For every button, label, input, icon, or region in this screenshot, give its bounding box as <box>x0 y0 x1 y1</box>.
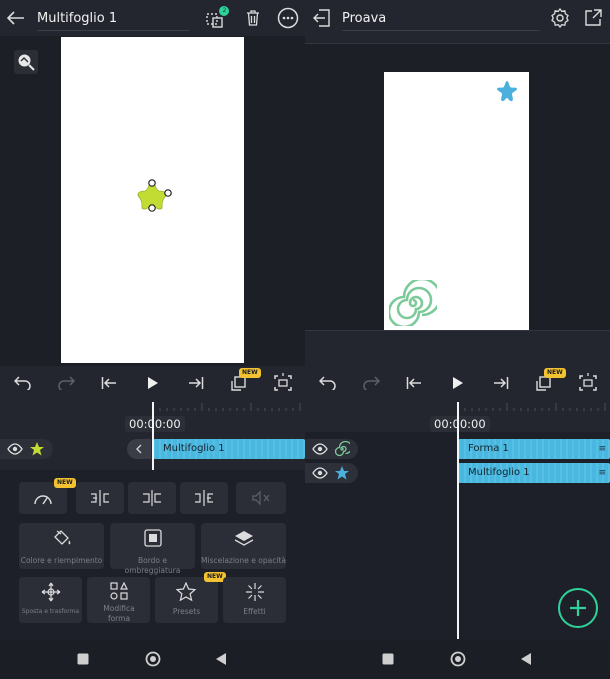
jump-to-end-icon[interactable] <box>185 373 207 393</box>
project-title-field[interactable]: Multifoglio 1 <box>37 5 189 31</box>
star-shape-icon <box>28 440 46 458</box>
play-icon[interactable] <box>447 373 469 393</box>
back-triangle-icon[interactable] <box>519 651 533 667</box>
clip-label: Multifoglio 1 <box>163 443 225 454</box>
sparkle-icon <box>244 582 266 602</box>
paint-bucket-icon <box>51 528 73 548</box>
timeline-toolbar: NEW <box>0 368 305 398</box>
home-circle-icon[interactable] <box>144 650 162 668</box>
zoom-canvas-icon[interactable] <box>14 50 38 74</box>
visibility-eye-icon[interactable] <box>6 441 24 457</box>
layers-blend-icon <box>233 528 255 548</box>
fullscreen-icon[interactable] <box>577 372 599 394</box>
blue-star-shape[interactable] <box>496 80 518 102</box>
recents-square-icon[interactable] <box>76 652 90 666</box>
effects-button[interactable]: Effetti <box>223 577 286 623</box>
playhead[interactable] <box>152 402 154 470</box>
clip-label: Forma 1 <box>468 443 509 454</box>
fill-color-button[interactable]: Colore e riempimento <box>19 523 104 569</box>
divider <box>305 330 610 331</box>
presets-label: Presets <box>172 607 201 616</box>
edit-shape-icon <box>108 581 130 601</box>
jump-to-end-icon[interactable] <box>490 373 512 393</box>
move-transform-label: Sposta e trasforma <box>21 608 80 615</box>
visibility-eye-icon[interactable] <box>311 441 329 457</box>
home-circle-icon[interactable] <box>449 650 467 668</box>
star-icon <box>333 464 351 482</box>
add-layer-button[interactable] <box>558 588 598 628</box>
timecode-display: 00:00:00 <box>430 416 490 432</box>
redo-icon[interactable] <box>360 373 382 393</box>
export-share-icon[interactable] <box>581 6 605 30</box>
border-shadow-icon <box>142 528 164 548</box>
trash-icon[interactable] <box>243 7 263 29</box>
jump-to-start-icon[interactable] <box>98 373 120 393</box>
move-transform-button[interactable]: Sposta e trasforma <box>19 577 82 623</box>
green-spiral-shape[interactable] <box>389 280 437 326</box>
undo-icon[interactable] <box>317 373 339 393</box>
project-title: Multifoglio 1 <box>37 11 118 26</box>
edit-shape-label: Modifica forma <box>103 604 135 623</box>
border-shadow-label: Bordo e ombreggiatura <box>124 556 181 575</box>
split-center-button[interactable] <box>128 482 176 514</box>
speedometer-icon <box>33 489 53 507</box>
drag-handle-icon[interactable]: ≡ <box>598 439 606 459</box>
track-header <box>0 439 53 459</box>
new-badge: NEW <box>239 368 261 378</box>
mute-icon <box>251 490 271 506</box>
timeline-clip[interactable]: Multifoglio 1 <box>153 439 305 459</box>
blend-opacity-label: Miscelazione e opacità <box>201 556 286 565</box>
new-badge: NEW <box>544 368 566 378</box>
split-center-icon <box>141 490 163 506</box>
presets-button[interactable]: Presets <box>155 577 218 623</box>
mute-button[interactable] <box>236 482 286 514</box>
undo-icon[interactable] <box>12 373 34 393</box>
effects-label: Effetti <box>243 607 266 616</box>
playhead[interactable] <box>457 402 459 639</box>
exit-project-icon[interactable] <box>311 6 333 30</box>
collapse-chevron-icon[interactable] <box>127 439 151 459</box>
back-arrow-icon[interactable] <box>5 7 27 29</box>
blend-opacity-button[interactable]: Miscelazione e opacità <box>201 523 286 569</box>
star-outline-icon <box>175 582 197 602</box>
play-icon[interactable] <box>142 373 164 393</box>
visibility-eye-icon[interactable] <box>311 465 329 481</box>
recents-square-icon[interactable] <box>381 652 395 666</box>
clip-label: Multifoglio 1 <box>468 467 530 478</box>
drag-handle-icon[interactable]: ≡ <box>598 463 606 483</box>
split-right-button[interactable] <box>180 482 228 514</box>
android-nav-bar <box>0 639 610 679</box>
speed-new-badge: NEW <box>54 478 76 488</box>
track-header <box>305 439 358 459</box>
jump-to-start-icon[interactable] <box>403 373 425 393</box>
redo-icon[interactable] <box>55 373 77 393</box>
plus-icon <box>570 600 586 616</box>
split-right-icon <box>193 490 215 506</box>
spiral-icon <box>333 440 351 458</box>
left-editor-panel: Multifoglio 1 2 NEW 00:00:00 Multifoglio… <box>0 0 305 639</box>
border-shadow-button[interactable]: Bordo e ombreggiatura <box>110 523 195 575</box>
settings-gear-icon[interactable] <box>548 6 572 30</box>
edit-shape-button[interactable]: Modifica forma <box>87 577 150 623</box>
timeline-toolbar: NEW <box>305 368 610 398</box>
layers-select-icon[interactable]: 2 <box>205 6 229 30</box>
timecode-display: 00:00:00 <box>125 416 185 432</box>
more-options-icon[interactable] <box>276 6 300 30</box>
split-left-button[interactable] <box>76 482 124 514</box>
back-triangle-icon[interactable] <box>214 651 228 667</box>
selected-star-shape[interactable] <box>132 178 174 214</box>
track-header <box>305 463 358 483</box>
timeline-clip[interactable]: Forma 1 ≡ <box>458 439 610 459</box>
project-title-field[interactable]: Proava <box>342 5 540 31</box>
fullscreen-icon[interactable] <box>272 372 294 394</box>
timeline-clip[interactable]: Multifoglio 1 ≡ <box>458 463 610 483</box>
layers-count-badge: 2 <box>222 7 227 14</box>
move-icon <box>40 582 62 602</box>
fill-color-label: Colore e riempimento <box>20 556 103 565</box>
right-editor-panel: Proava NEW 00:00:00 Forma 1 ≡ Multifogli… <box>305 0 610 639</box>
split-left-icon <box>89 490 111 506</box>
project-title: Proava <box>342 11 387 26</box>
